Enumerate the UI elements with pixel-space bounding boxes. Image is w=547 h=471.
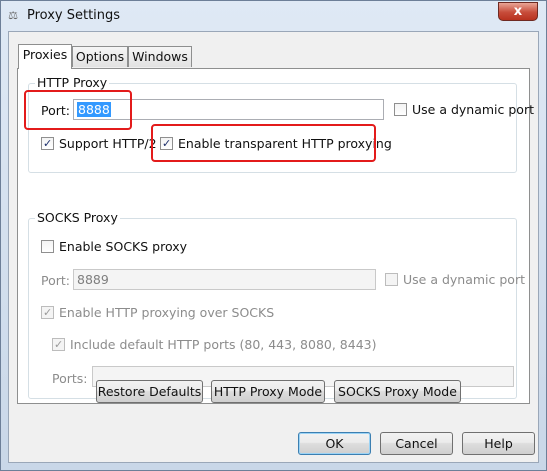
include-default-ports-label: Include default HTTP ports (80, 443, 808…	[70, 337, 377, 352]
checkbox-box	[385, 273, 398, 286]
window-title: Proxy Settings	[27, 8, 121, 23]
title-bar[interactable]: ⚖ Proxy Settings x	[1, 1, 546, 31]
checkbox-box	[394, 103, 407, 116]
socks-port-value: 8889	[77, 272, 109, 287]
http-port-label: Port:	[41, 103, 70, 118]
socks-proxy-group-label: SOCKS Proxy	[35, 210, 120, 225]
checkbox-box	[52, 338, 65, 351]
tab-windows[interactable]: Windows	[128, 46, 192, 67]
http-proxy-mode-button[interactable]: HTTP Proxy Mode	[211, 380, 325, 403]
help-button[interactable]: Help	[462, 432, 535, 455]
enable-socks-label: Enable SOCKS proxy	[59, 239, 188, 254]
restore-defaults-button[interactable]: Restore Defaults	[96, 380, 203, 403]
socks-proxy-group: SOCKS Proxy Enable SOCKS proxy Port: 888…	[28, 210, 525, 399]
checkbox-box	[160, 137, 173, 150]
http-port-input[interactable]: 8888	[73, 99, 384, 120]
dialog-body: Proxies Options Windows HTTP Proxy Port:…	[8, 31, 539, 463]
transparent-proxying-checkbox[interactable]: Enable transparent HTTP proxying	[158, 136, 392, 151]
close-button[interactable]: x	[498, 2, 538, 21]
socks-proxy-mode-button[interactable]: SOCKS Proxy Mode	[334, 380, 461, 403]
socks-port-label: Port:	[41, 273, 70, 288]
support-http2-label: Support HTTP/2	[59, 136, 157, 151]
socks-dynamic-port-label: Use a dynamic port	[403, 272, 525, 287]
http-port-value: 8888	[77, 102, 111, 117]
http-dynamic-port-checkbox[interactable]: Use a dynamic port	[394, 102, 534, 117]
app-icon: ⚖	[8, 9, 18, 22]
socks-port-input[interactable]: 8889	[73, 269, 376, 290]
include-default-ports-checkbox[interactable]: Include default HTTP ports (80, 443, 808…	[52, 337, 376, 352]
http-proxy-group-label: HTTP Proxy	[35, 75, 110, 90]
close-icon: x	[513, 4, 523, 19]
http-over-socks-label: Enable HTTP proxying over SOCKS	[59, 305, 275, 320]
cancel-button[interactable]: Cancel	[380, 432, 453, 455]
checkbox-box	[41, 240, 54, 253]
socks-ports-label: Ports:	[52, 371, 88, 386]
checkbox-box	[41, 137, 54, 150]
ok-button[interactable]: OK	[298, 432, 371, 455]
transparent-proxying-label: Enable transparent HTTP proxying	[178, 136, 392, 151]
socks-dynamic-port-checkbox[interactable]: Use a dynamic port	[385, 272, 525, 287]
http-proxy-group: HTTP Proxy Port: 8888 Use a dynamic port…	[28, 75, 534, 173]
support-http2-checkbox[interactable]: Support HTTP/2	[41, 136, 157, 151]
tab-proxies[interactable]: Proxies	[18, 44, 72, 69]
proxy-settings-window: ⚖ Proxy Settings x Proxies Options Windo…	[0, 0, 547, 471]
http-dynamic-port-label: Use a dynamic port	[412, 102, 534, 117]
enable-socks-checkbox[interactable]: Enable SOCKS proxy	[41, 239, 187, 254]
tab-options[interactable]: Options	[72, 46, 128, 67]
http-over-socks-checkbox[interactable]: Enable HTTP proxying over SOCKS	[41, 305, 274, 320]
proxies-panel: HTTP Proxy Port: 8888 Use a dynamic port…	[17, 68, 534, 404]
checkbox-box	[41, 306, 54, 319]
